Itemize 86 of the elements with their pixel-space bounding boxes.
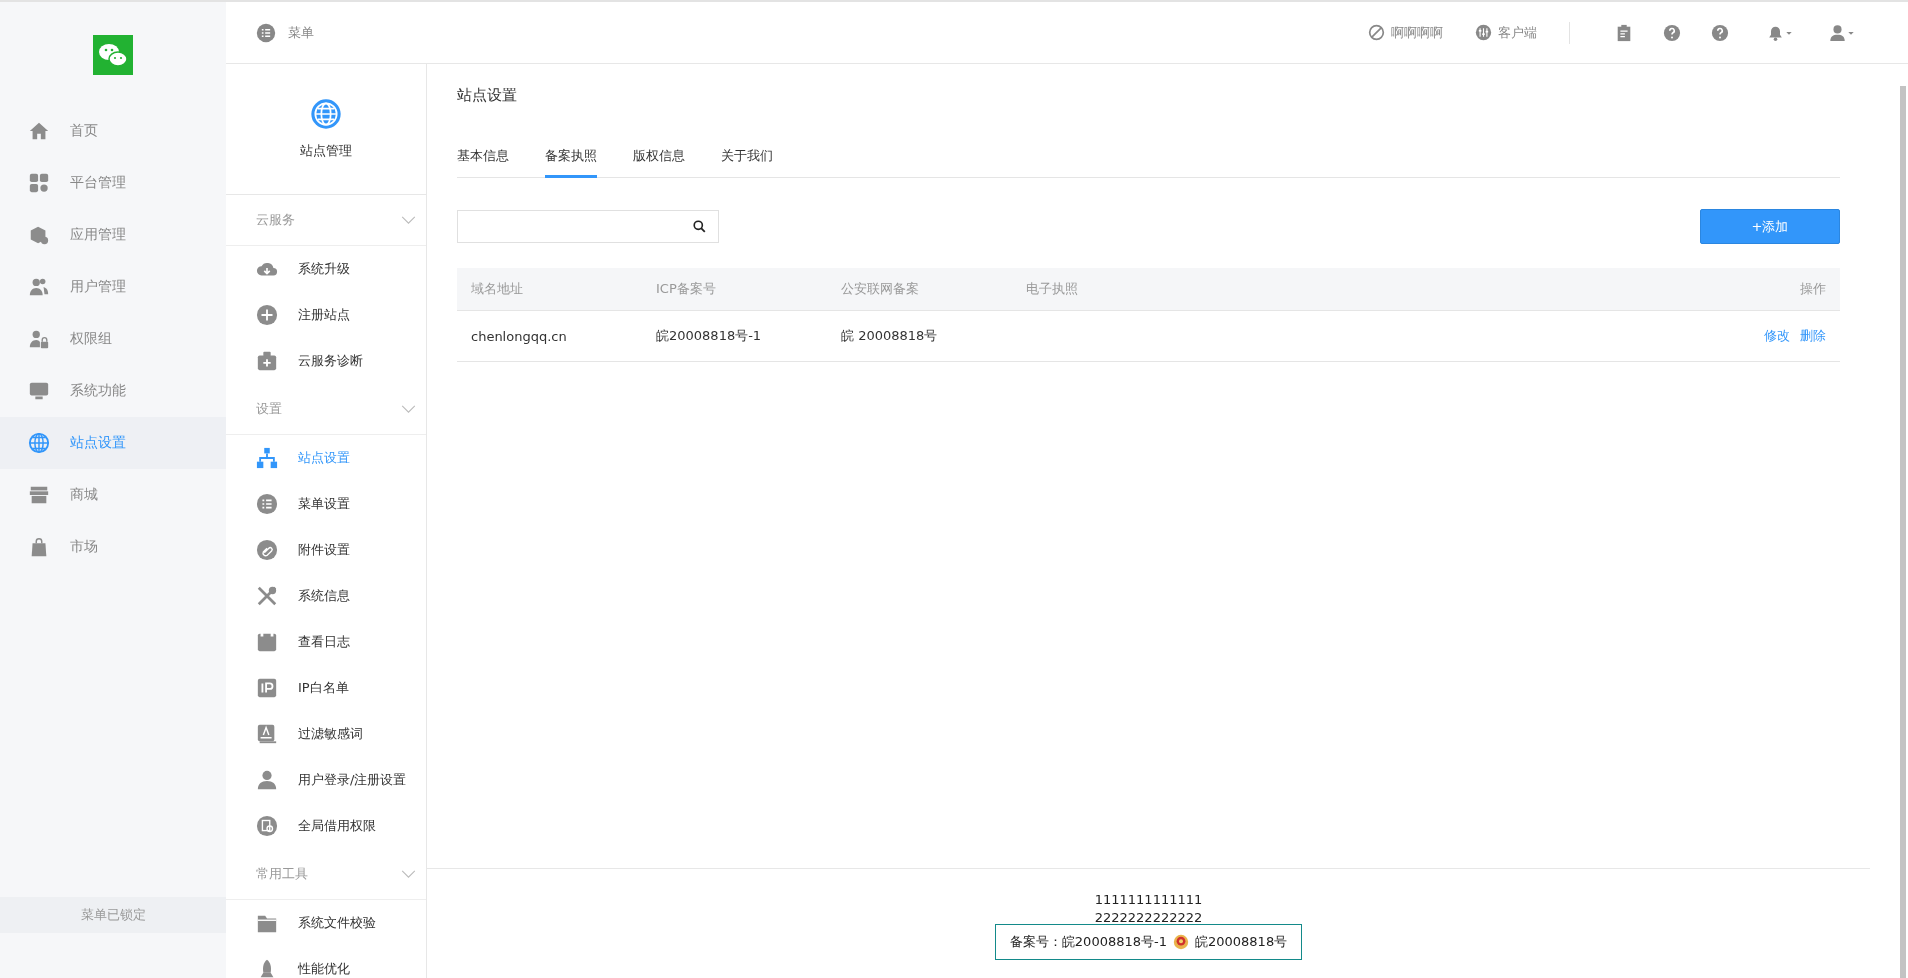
menu-item-icon (256, 723, 278, 745)
sliders-icon (1475, 24, 1492, 41)
footer-text: 1111111111111 (1094, 891, 1203, 909)
search-icon (693, 220, 706, 233)
nav-item[interactable]: 站点设置 (0, 417, 226, 469)
action-link[interactable]: 删除 (1800, 328, 1826, 343)
submenu-item[interactable]: 查看日志 (226, 619, 426, 665)
submenu-item[interactable]: IP白名单 (226, 665, 426, 711)
chevron-down-icon (401, 215, 416, 225)
chevron-down-icon (401, 404, 416, 414)
submenu-item[interactable]: 用户登录/注册设置 (226, 757, 426, 803)
list-icon (256, 22, 276, 43)
menu-lock-label[interactable]: 菜单已锁定 (0, 897, 226, 933)
submenu-item[interactable]: 全局借用权限 (226, 803, 426, 849)
top-link[interactable]: 啊啊啊啊 (1368, 23, 1443, 42)
submenu-item[interactable]: 系统信息 (226, 573, 426, 619)
section-header[interactable]: 设置 (226, 384, 426, 435)
menu-item-icon (256, 493, 278, 515)
tab[interactable]: 关于我们 (721, 141, 773, 178)
table-cell: 皖 20008818号 (827, 310, 1012, 362)
nav-item[interactable]: 用户管理 (0, 261, 226, 313)
nav-item[interactable]: 应用管理 (0, 209, 226, 261)
table-cell: chenlongqq.cn (457, 310, 642, 362)
tab[interactable]: 版权信息 (633, 141, 685, 178)
ban-icon (1368, 24, 1385, 41)
submenu-item[interactable]: 系统升级 (226, 246, 426, 292)
tab[interactable]: 备案执照 (545, 141, 597, 178)
nav-item[interactable]: 平台管理 (0, 157, 226, 209)
tab[interactable]: 基本信息 (457, 141, 509, 178)
scrollbar[interactable] (1900, 86, 1906, 978)
column-header: ICP备案号 (642, 268, 827, 311)
nav-icon (28, 224, 50, 246)
nav-icon (28, 172, 50, 194)
submenu-item[interactable]: 云服务诊断 (226, 338, 426, 384)
icp-record-link[interactable]: 备案号：皖20008818号-1 (1009, 933, 1167, 951)
menu-item-icon (256, 585, 278, 607)
nav-icon (28, 276, 50, 298)
column-header: 操作 (1344, 268, 1840, 311)
column-header: 电子执照 (1012, 268, 1345, 311)
submenu-title: 站点管理 (300, 142, 352, 160)
menu-toggle[interactable]: 菜单 (256, 22, 314, 43)
globe-icon (310, 98, 342, 130)
section-header[interactable]: 云服务 (226, 195, 426, 246)
submenu-item[interactable]: 附件设置 (226, 527, 426, 573)
action-link[interactable]: 修改 (1764, 328, 1790, 343)
logo-icon (93, 35, 133, 75)
clipboard-icon[interactable] (1615, 23, 1633, 42)
menu-item-icon (256, 815, 278, 837)
chevron-down-icon (401, 869, 416, 879)
footer-text: 2222222222222 (1094, 909, 1203, 927)
menu-item-icon (256, 350, 278, 372)
nav-icon (28, 484, 50, 506)
submenu-item[interactable]: 菜单设置 (226, 481, 426, 527)
nav-icon (28, 120, 50, 142)
nav-item[interactable]: 系统功能 (0, 365, 226, 417)
nav-item[interactable]: 商城 (0, 469, 226, 521)
page-title: 站点设置 (457, 86, 518, 105)
nav-item[interactable]: 首页 (0, 105, 226, 157)
column-header: 公安联网备案 (827, 268, 1012, 311)
submenu-item[interactable]: 过滤敏感词 (226, 711, 426, 757)
add-button[interactable]: +添加 (1700, 209, 1840, 244)
search-field[interactable] (457, 210, 719, 243)
column-header: 域名地址 (457, 268, 642, 311)
nav-item[interactable]: 市场 (0, 521, 226, 573)
user-menu-icon[interactable] (1828, 23, 1856, 42)
nav-icon (28, 380, 50, 402)
menu-item-icon (256, 631, 278, 653)
menu-item-icon (256, 769, 278, 791)
emblem-icon (1173, 934, 1189, 950)
submenu-item[interactable]: 站点设置 (226, 435, 426, 481)
nav-icon (28, 328, 50, 350)
menu-item-icon (256, 677, 278, 699)
submenu-item[interactable]: 系统文件校验 (226, 900, 426, 946)
submenu-item[interactable]: 注册站点 (226, 292, 426, 338)
top-link[interactable]: 客户端 (1475, 23, 1537, 42)
nav-icon (28, 432, 50, 454)
section-header[interactable]: 常用工具 (226, 849, 426, 900)
submenu-item[interactable]: 性能优化 (226, 946, 426, 978)
nav-item[interactable]: 权限组 (0, 313, 226, 365)
help-icon[interactable] (1663, 23, 1681, 42)
menu-item-icon (256, 539, 278, 561)
menu-item-icon (256, 447, 278, 469)
police-record-link[interactable]: 皖20008818号 (1195, 933, 1288, 951)
table-cell: 皖20008818号-1 (642, 310, 827, 362)
help-icon[interactable] (1711, 23, 1729, 42)
menu-item-icon (256, 304, 278, 326)
